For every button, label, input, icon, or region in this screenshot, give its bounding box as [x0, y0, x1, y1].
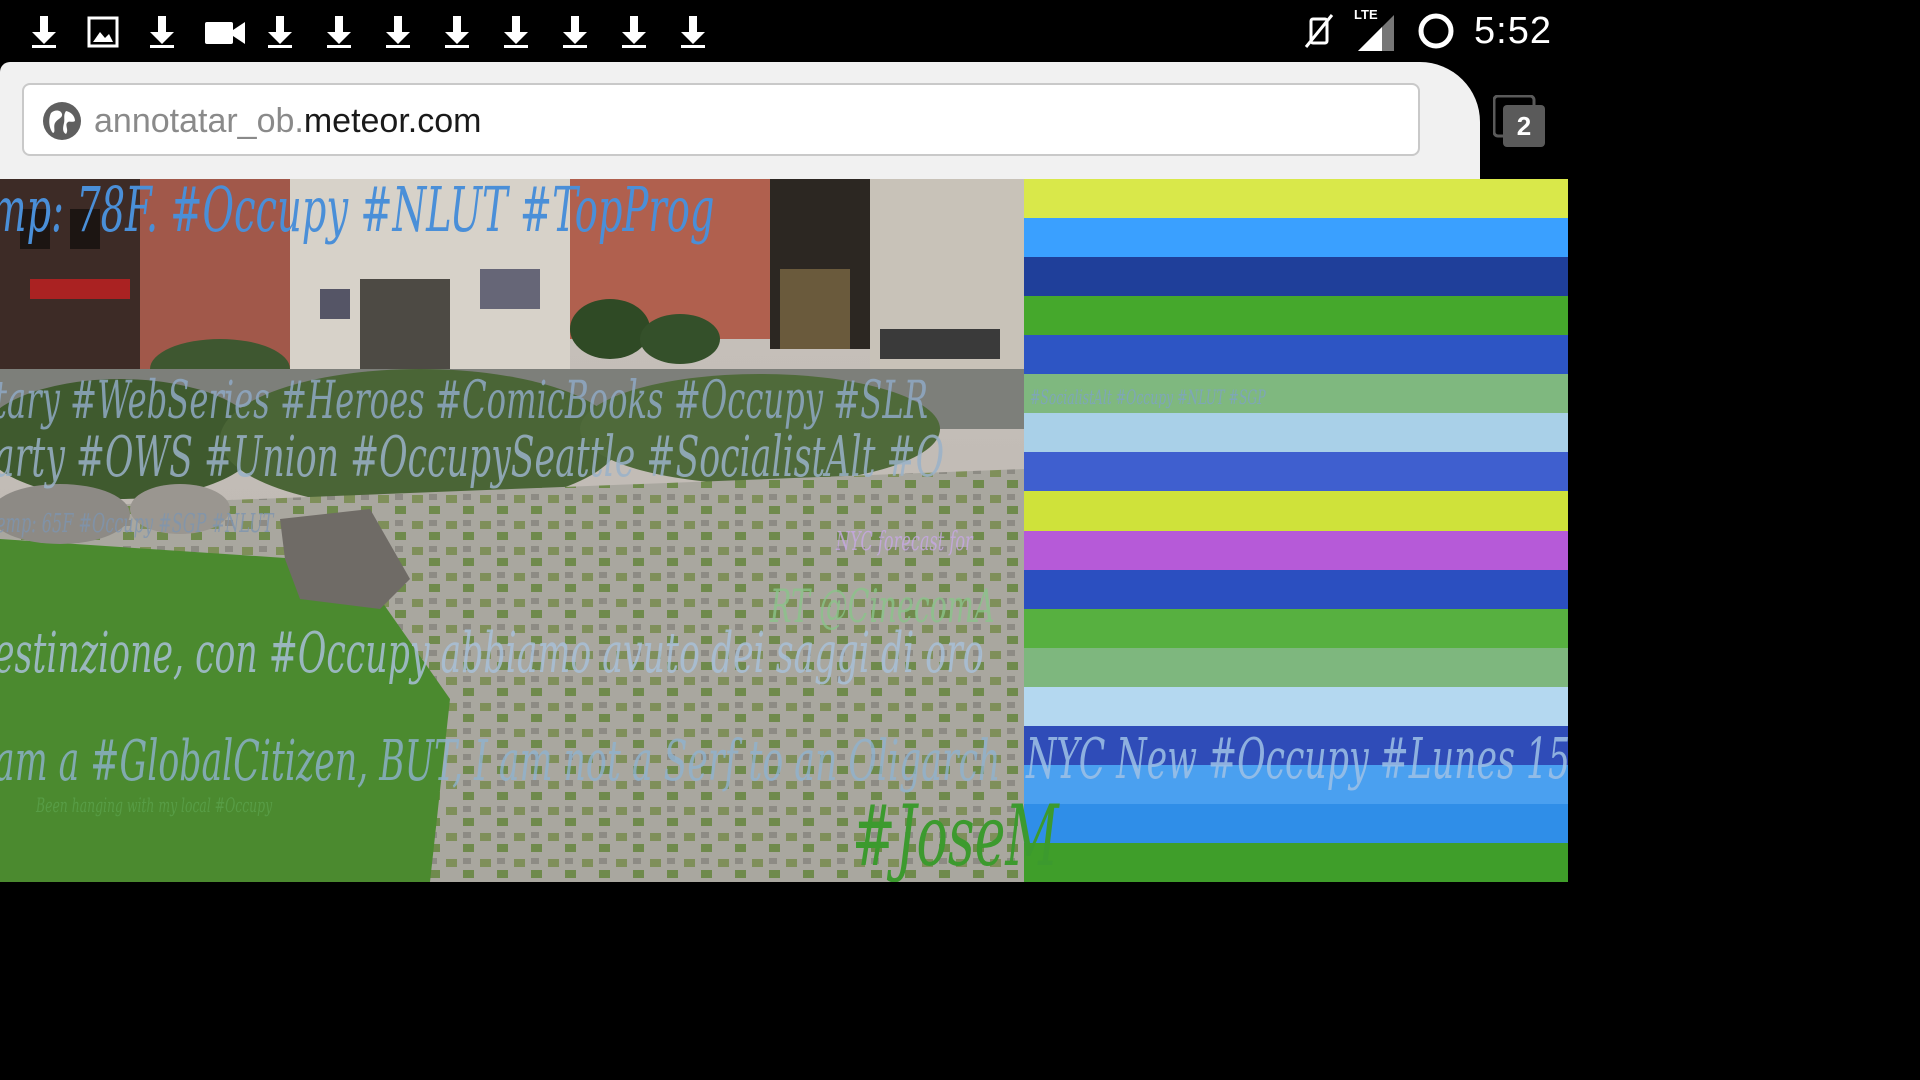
color-stripe	[1024, 413, 1568, 454]
color-stripe	[1024, 686, 1568, 727]
url-subdomain: annotatar_ob.	[94, 102, 304, 140]
lte-signal-icon: LTE	[1354, 7, 1398, 53]
color-stripe	[1024, 296, 1568, 337]
overlay-tag-2: tary #WebSeries #Heroes #ComicBooks #Occ…	[0, 371, 929, 431]
color-stripe	[1024, 803, 1568, 844]
download-icon	[262, 14, 298, 50]
globe-icon	[43, 102, 81, 140]
download-icon	[26, 14, 62, 50]
status-bar: LTE 5:52	[0, 0, 1568, 62]
image-icon	[85, 14, 121, 50]
download-icon	[380, 14, 416, 50]
url-text[interactable]: annotatar_ob.meteor.com	[94, 99, 481, 143]
battery-ring-icon	[1418, 13, 1454, 49]
color-stripe	[1024, 569, 1568, 610]
video-icon	[203, 14, 245, 50]
color-stripe	[1024, 608, 1568, 649]
download-icon	[144, 14, 180, 50]
overlay-tag-5: NYC forecast for	[836, 527, 973, 557]
browser-toolbar: annotatar_ob.meteor.com	[0, 62, 1480, 179]
download-icon	[498, 14, 534, 50]
color-stripe	[1024, 452, 1568, 493]
vibrate-mute-icon	[1304, 14, 1334, 48]
url-domain: meteor.com	[303, 102, 482, 140]
browser-chrome: annotatar_ob.meteor.com 2	[0, 62, 1568, 179]
download-icon	[321, 14, 357, 50]
download-icon	[675, 14, 711, 50]
status-right: LTE 5:52	[1302, 0, 1552, 62]
overlay-tag-1: mp: 78F. #Occupy #NLUT #TopProg	[0, 179, 715, 246]
color-stripe	[1024, 218, 1568, 259]
color-stripe	[1024, 335, 1568, 376]
download-icon	[439, 14, 475, 50]
overlay-tag-11: NYC New #Occupy #Lunes 15 4	[1026, 727, 1568, 792]
color-stripe	[1024, 530, 1568, 571]
overlay-tag-12: #SocialistAlt #Occupy #NLUT #SGP	[1030, 385, 1266, 409]
overlay-tag-9: Been hanging with my local #Occupy	[36, 793, 273, 817]
overlay-tag-8: am a #GlobalCitizen, BUT, I am not a Ser…	[0, 729, 1001, 794]
download-icon	[557, 14, 593, 50]
overlay-tag-7: estinzione, con #Occupy abbiamo avuto de…	[0, 621, 984, 686]
tab-switcher-button[interactable]: 2	[1493, 95, 1547, 149]
web-content: mp: 78F. #Occupy #NLUT #TopProg tary #We…	[0, 179, 1568, 882]
tab-count: 2	[1516, 111, 1532, 141]
color-stripe	[1024, 842, 1568, 882]
overlay-tag-3: arty #OWS #Union #OccupySeattle #Sociali…	[0, 425, 945, 490]
color-stripe	[1024, 647, 1568, 688]
color-stripe	[1024, 179, 1568, 220]
color-stripe	[1024, 257, 1568, 298]
clock: 5:52	[1474, 9, 1552, 52]
overlay-tag-4: emp: 65F #Occupy #SGP #NLUT	[0, 509, 274, 539]
overlay-tag-10: #JoseM	[852, 787, 1059, 882]
color-stripe	[1024, 491, 1568, 532]
download-icon	[616, 14, 652, 50]
url-bar[interactable]: annotatar_ob.meteor.com	[22, 83, 1420, 156]
